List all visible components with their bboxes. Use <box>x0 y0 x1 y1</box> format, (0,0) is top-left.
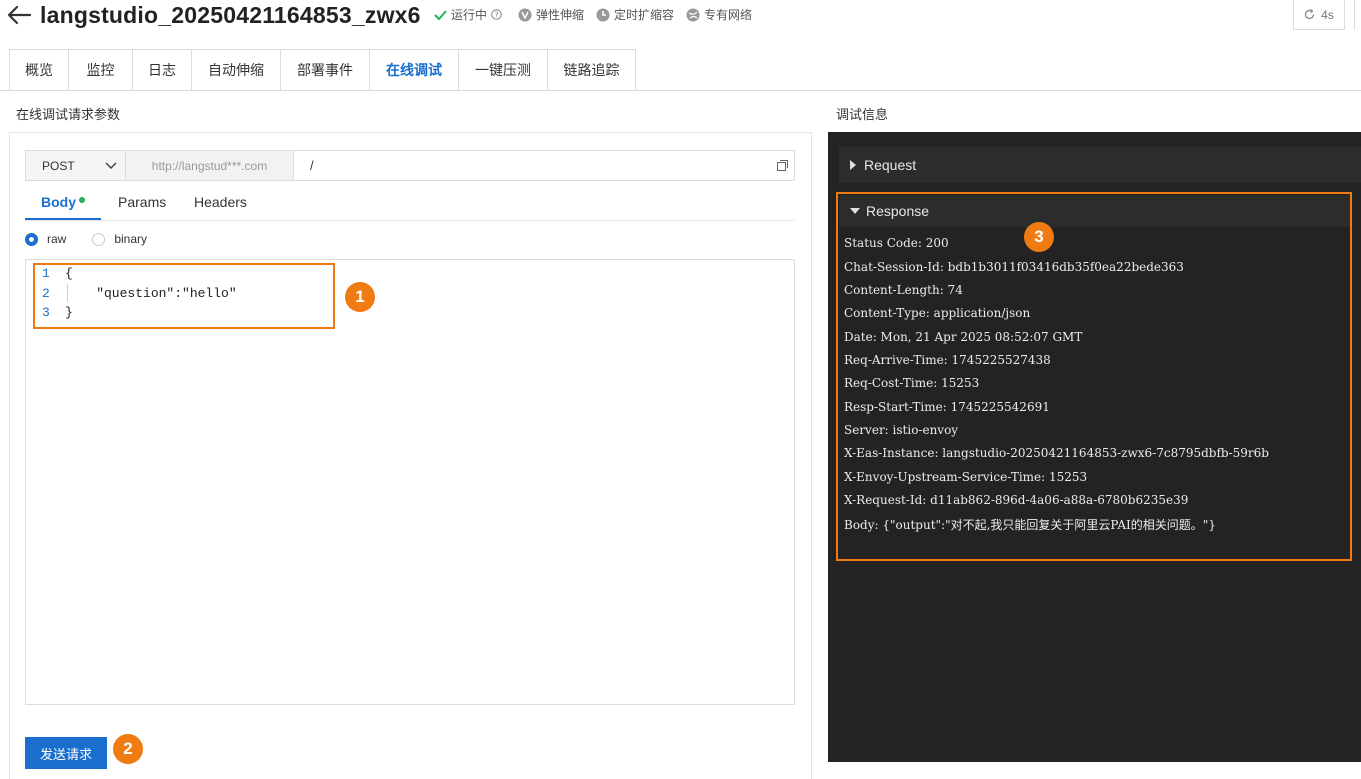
status-group: 运行中 ? 弹性伸缩 定时扩缩容 专有网络 <box>434 6 764 23</box>
tabs-divider <box>0 90 1361 91</box>
status-network-label: 专有网络 <box>704 8 753 22</box>
refresh-button[interactable]: 4s <box>1293 0 1345 30</box>
annotation-badge-3: 3 <box>1024 222 1054 252</box>
url-bar: POST http://langstud***.com / <box>25 150 795 181</box>
sub-tab-headers[interactable]: Headers <box>194 194 247 210</box>
method-select[interactable]: POST <box>26 151 126 180</box>
tab-logs[interactable]: 日志 <box>132 49 191 91</box>
refresh-icon <box>1305 9 1315 20</box>
tab-deploy-events[interactable]: 部署事件 <box>280 49 369 91</box>
status-schedule-label: 定时扩缩容 <box>614 8 675 22</box>
body-type-radios: raw binary <box>25 232 173 246</box>
annotation-badge-1: 1 <box>345 282 375 312</box>
tab-overview[interactable]: 概览 <box>9 49 68 91</box>
status-running-label: 运行中 <box>451 8 488 22</box>
status-schedule: 定时扩缩容 <box>596 6 674 23</box>
help-icon[interactable]: ? <box>491 9 502 20</box>
active-sub-tab-underline <box>25 218 101 220</box>
status-running: 运行中 ? <box>434 6 506 23</box>
path-value: / <box>310 158 314 173</box>
tab-online-debug[interactable]: 在线调试 <box>369 49 458 91</box>
tab-autoscaling[interactable]: 自动伸缩 <box>191 49 280 91</box>
radio-raw[interactable] <box>25 232 38 246</box>
tab-monitor[interactable]: 监控 <box>68 49 132 91</box>
expand-icon[interactable] <box>777 160 788 171</box>
refresh-label: 4s <box>1321 7 1334 22</box>
host-field: http://langstud***.com <box>126 151 294 180</box>
request-params-title: 在线调试请求参数 <box>16 107 121 122</box>
tab-stress-test[interactable]: 一键压测 <box>458 49 547 91</box>
header-divider <box>1354 0 1355 30</box>
back-arrow-icon[interactable] <box>6 4 32 26</box>
page-header: langstudio_20250421164853_zwx6 运行中 ? 弹性伸… <box>0 0 1361 32</box>
caret-right-icon <box>850 160 856 170</box>
tab-tracing[interactable]: 链路追踪 <box>547 49 636 91</box>
svg-text:?: ? <box>495 10 499 19</box>
path-input[interactable]: / <box>294 151 794 180</box>
highlight-box-response <box>836 192 1352 561</box>
sub-tab-params[interactable]: Params <box>118 194 166 210</box>
status-autoscale-label: 弹性伸缩 <box>536 8 585 22</box>
method-value: POST <box>42 158 75 173</box>
annotation-badge-2: 2 <box>113 734 143 764</box>
send-request-button[interactable]: 发送请求 <box>25 737 107 769</box>
sub-tab-body[interactable]: Body <box>41 194 76 210</box>
status-autoscale: 弹性伸缩 <box>518 6 584 23</box>
scale-icon <box>518 8 532 21</box>
body-indicator-dot <box>79 197 85 203</box>
status-network: 专有网络 <box>686 6 752 23</box>
body-sub-tabs: Body Params Headers <box>25 186 795 221</box>
chevron-down-icon <box>105 161 117 169</box>
radio-binary-label: binary <box>114 232 148 246</box>
debug-info-title: 调试信息 <box>836 107 889 122</box>
highlight-box-body <box>33 263 335 329</box>
radio-binary[interactable] <box>92 232 106 246</box>
globe-icon <box>686 8 700 21</box>
check-icon <box>434 9 447 20</box>
main-tabs: 概览 监控 日志 自动伸缩 部署事件 在线调试 一键压测 链路追踪 <box>9 49 636 91</box>
radio-raw-label: raw <box>47 232 67 246</box>
clock-icon <box>596 8 610 21</box>
page-title: langstudio_20250421164853_zwx6 <box>40 2 421 28</box>
request-section-header[interactable]: Request <box>839 147 1361 183</box>
request-label: Request <box>864 157 917 173</box>
